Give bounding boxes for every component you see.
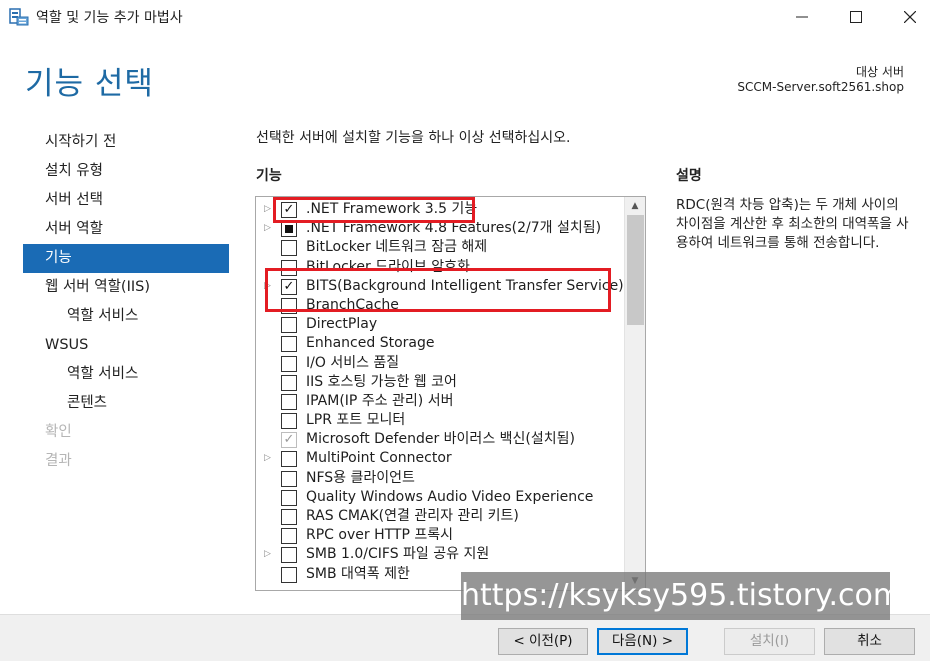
features-list-items: ▷ ✓ .NET Framework 3.5 기능 ▷ .NET Framework 4…	[256, 200, 624, 584]
maximize-button[interactable]	[830, 0, 882, 34]
feature-checkbox[interactable]	[281, 317, 297, 334]
feature-row[interactable]: ▷ MultiPoint Connector	[256, 449, 624, 468]
feature-label: IIS 호스팅 가능한 웹 코어	[306, 373, 457, 390]
close-button[interactable]	[884, 0, 930, 34]
page-title: 기능 선택	[25, 66, 154, 102]
feature-checkbox[interactable]	[281, 547, 297, 564]
nav-item[interactable]: 서버 선택	[23, 186, 229, 215]
feature-checkbox[interactable]	[281, 489, 297, 506]
feature-row[interactable]: ▷ SMB 1.0/CIFS 파일 공유 지원	[256, 545, 624, 564]
instruction-text: 선택한 서버에 설치할 기능을 하나 이상 선택하십시오.	[256, 130, 571, 146]
minimize-button[interactable]	[776, 0, 828, 34]
highlight-box-bits	[265, 268, 611, 312]
feature-label: DirectPlay	[306, 316, 378, 333]
features-header: 기능	[256, 168, 282, 184]
feature-label: RAS CMAK(연결 관리자 관리 키트)	[306, 508, 519, 524]
nav-item[interactable]: WSUS	[23, 331, 229, 360]
nav-item[interactable]: 콘텐츠	[23, 389, 229, 418]
feature-label: SMB 대역폭 제한	[306, 565, 410, 582]
install-button[interactable]: 설치(I)	[724, 628, 815, 655]
nav-item[interactable]: 역할 서비스	[23, 302, 229, 331]
feature-label: Microsoft Defender 바이러스 백신(설치됨)	[306, 431, 575, 448]
nav-item[interactable]: 시작하기 전	[23, 128, 229, 157]
description-text: RDC(원격 차등 압축)는 두 개체 사이의 차이점을 계산한 후 최소한의 …	[676, 197, 909, 251]
close-icon	[904, 11, 916, 23]
feature-label: MultiPoint Connector	[306, 450, 452, 467]
feature-checkbox: ✓	[281, 432, 297, 449]
feature-checkbox[interactable]	[281, 528, 297, 545]
nav-item: 결과	[45, 453, 72, 469]
destination-server-label: 대상 서버	[856, 65, 904, 79]
feature-row[interactable]: IPAM(IP 주소 관리) 서버	[256, 392, 624, 411]
feature-label: Enhanced Storage	[306, 335, 435, 352]
feature-checkbox[interactable]	[281, 221, 297, 238]
feature-row[interactable]: NFS용 클라이언트	[256, 469, 624, 488]
feature-label: LPR 포트 모니터	[306, 412, 406, 429]
features-list[interactable]: ▷ ✓ .NET Framework 3.5 기능 ▷ .NET Framework 4…	[255, 196, 646, 591]
expand-arrow-icon[interactable]: ▷	[264, 545, 274, 564]
feature-row[interactable]: LPR 포트 모니터	[256, 411, 624, 430]
scroll-up-arrow-icon[interactable]: ▲	[625, 197, 645, 215]
next-button[interactable]: 다음(N) >	[597, 628, 688, 655]
feature-row[interactable]: RPC over HTTP 프록시	[256, 526, 624, 545]
feature-row[interactable]: RAS CMAK(연결 관리자 관리 키트)	[256, 507, 624, 526]
feature-checkbox[interactable]	[281, 240, 297, 257]
nav-item[interactable]: 역할 서비스	[23, 360, 229, 389]
destination-server-value: SCCM-Server.soft2561.shop	[737, 80, 904, 94]
wizard-nav: 시작하기 전 설치 유형 서버 선택 서버 역할 기능 웹 서버 역할(IIS) 역할 서비…	[23, 128, 229, 476]
scroll-thumb[interactable]	[627, 215, 644, 325]
nav-item[interactable]: 설치 유형	[23, 157, 229, 186]
feature-label: NFS용 클라이언트	[306, 469, 415, 486]
feature-label: I/O 서비스 품질	[306, 354, 400, 371]
feature-row[interactable]: IIS 호스팅 가능한 웹 코어	[256, 373, 624, 392]
feature-row[interactable]: ✓ Microsoft Defender 바이러스 백신(설치됨)	[256, 430, 624, 449]
nav-item: 확인	[45, 424, 72, 440]
maximize-icon	[850, 11, 862, 23]
features-scrollbar[interactable]: ▲ ▼	[624, 197, 645, 590]
minimize-icon	[796, 16, 808, 18]
feature-checkbox[interactable]	[281, 566, 297, 583]
expand-arrow-icon[interactable]: ▷	[264, 449, 274, 468]
feature-checkbox[interactable]	[281, 470, 297, 487]
feature-row[interactable]: BitLocker 네트워크 잠금 해제	[256, 238, 624, 257]
feature-row[interactable]: Enhanced Storage	[256, 334, 624, 353]
feature-checkbox[interactable]	[281, 451, 297, 468]
feature-row[interactable]: DirectPlay	[256, 315, 624, 334]
feature-checkbox[interactable]	[281, 336, 297, 353]
watermark-text: https://ksyksy595.tistory.com	[461, 572, 902, 620]
feature-checkbox[interactable]	[281, 393, 297, 410]
description-header: 설명	[676, 168, 702, 184]
title-bar: 역할 및 기능 추가 마법사	[0, 0, 930, 34]
nav-item[interactable]: 서버 역할	[23, 215, 229, 244]
feature-label: BitLocker 네트워크 잠금 해제	[306, 239, 488, 256]
feature-label: RPC over HTTP 프록시	[306, 527, 453, 544]
feature-checkbox[interactable]	[281, 374, 297, 391]
previous-button[interactable]: < 이전(P)	[498, 628, 588, 655]
highlight-box-netfx35	[273, 197, 475, 223]
window-title: 역할 및 기능 추가 마법사	[36, 10, 183, 26]
feature-checkbox[interactable]	[281, 413, 297, 430]
feature-label: Quality Windows Audio Video Experience	[306, 488, 594, 505]
feature-row[interactable]: I/O 서비스 품질	[256, 354, 624, 373]
cancel-button[interactable]: 취소	[824, 628, 915, 655]
server-manager-icon	[9, 8, 29, 26]
nav-item[interactable]: 웹 서버 역할(IIS)	[23, 273, 229, 302]
feature-label: IPAM(IP 주소 관리) 서버	[306, 392, 454, 409]
feature-row[interactable]: Quality Windows Audio Video Experience	[256, 488, 624, 507]
nav-item[interactable]: 기능	[23, 244, 229, 273]
feature-checkbox[interactable]	[281, 355, 297, 372]
feature-checkbox[interactable]	[281, 509, 297, 525]
feature-label: SMB 1.0/CIFS 파일 공유 지원	[306, 546, 490, 563]
